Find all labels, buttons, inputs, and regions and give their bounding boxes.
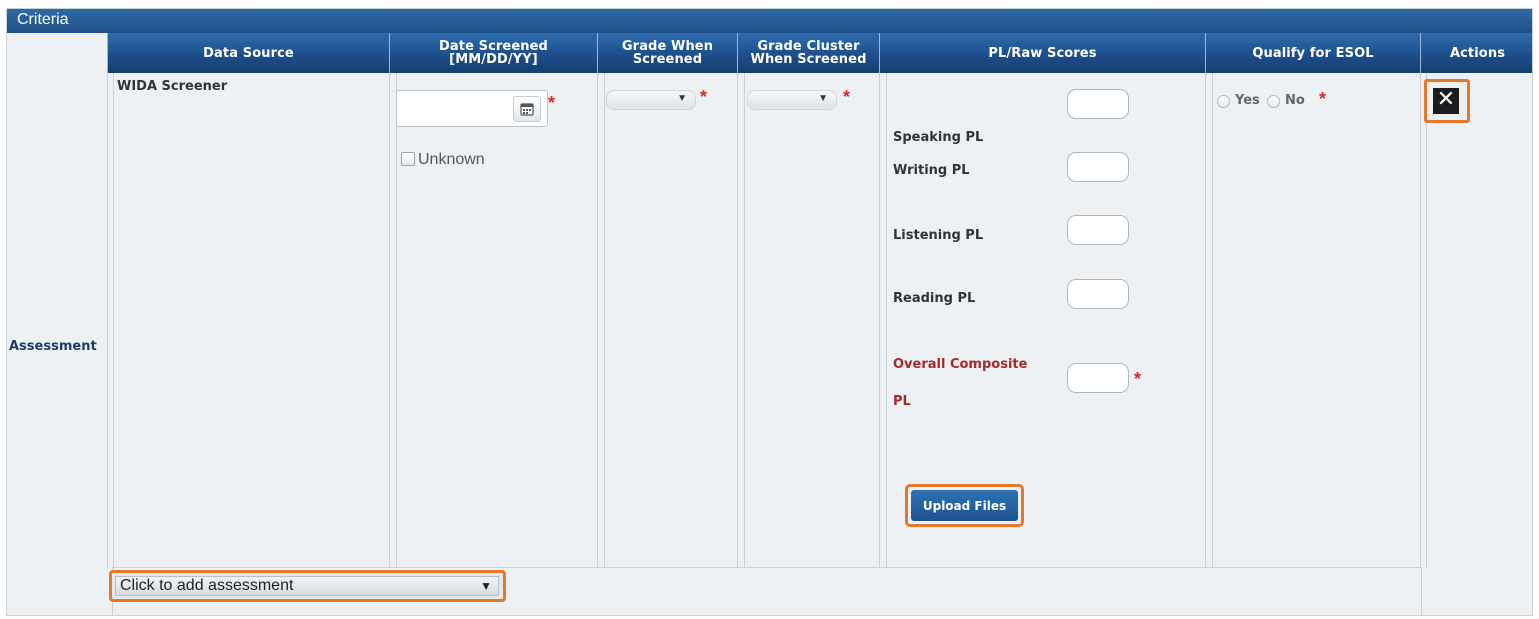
- grade-when-screened-select[interactable]: ▼: [606, 90, 696, 110]
- header-date-screened-line2: [MM/DD/YY]: [449, 52, 538, 67]
- header-grade-when-screened: Grade When Screened: [597, 33, 737, 73]
- criteria-panel: Criteria Data Source Date Screened [MM/D…: [6, 8, 1533, 616]
- col-divider: [389, 73, 390, 569]
- header-grade-cluster-line2: When Screened: [750, 52, 867, 67]
- qualify-no-radio[interactable]: [1267, 95, 1280, 108]
- delete-button[interactable]: ✕: [1433, 88, 1459, 114]
- overall-composite-label-pl: PL: [893, 394, 911, 409]
- overall-composite-label: Overall Composite: [893, 357, 1028, 372]
- col-divider: [737, 73, 738, 569]
- unknown-label: Unknown: [418, 151, 485, 168]
- chevron-down-icon: ▼: [818, 93, 828, 104]
- col-divider: [113, 73, 114, 569]
- qualify-no-label: No: [1285, 93, 1305, 108]
- chevron-down-icon: ▼: [677, 93, 687, 104]
- add-assessment-highlight: Click to add assessment ▼: [109, 570, 506, 602]
- col-divider: [1426, 73, 1427, 569]
- header-actions: Actions: [1420, 33, 1532, 73]
- upload-files-button[interactable]: Upload Files: [911, 490, 1018, 521]
- upload-files-highlight: Upload Files: [905, 484, 1024, 527]
- header-grade-cluster: Grade Cluster When Screened: [737, 33, 879, 73]
- col-divider: [396, 73, 397, 569]
- chevron-down-icon: ▼: [480, 579, 492, 593]
- grade-cluster-select[interactable]: ▼: [747, 90, 837, 110]
- score-label-listening: Listening PL: [893, 228, 984, 243]
- col-divider: [107, 73, 108, 569]
- speaking-pl-input[interactable]: [1067, 89, 1129, 119]
- col-divider: [886, 73, 887, 569]
- required-marker: *: [843, 87, 851, 107]
- required-marker: *: [1319, 89, 1327, 109]
- listening-pl-input[interactable]: [1067, 215, 1129, 245]
- delete-highlight: ✕: [1424, 79, 1470, 123]
- required-marker: *: [1134, 369, 1142, 389]
- score-label-speaking: Speaking PL: [893, 130, 984, 145]
- qualify-yes-label: Yes: [1235, 93, 1260, 108]
- header-data-source: Data Source: [107, 33, 389, 73]
- panel-title: Criteria: [7, 9, 1532, 33]
- required-marker: *: [700, 87, 708, 107]
- col-divider: [604, 73, 605, 569]
- add-assessment-placeholder: Click to add assessment: [120, 577, 294, 594]
- calendar-button[interactable]: [513, 96, 541, 122]
- add-assessment-select[interactable]: Click to add assessment ▼: [115, 576, 499, 596]
- calendar-icon: [520, 103, 534, 116]
- row-label-assessment: Assessment: [9, 339, 97, 354]
- header-date-screened: Date Screened [MM/DD/YY]: [389, 33, 597, 73]
- col-divider: [744, 73, 745, 569]
- header-blank: [7, 33, 107, 73]
- header-pl-raw-scores: PL/Raw Scores: [879, 33, 1205, 73]
- required-marker: *: [548, 93, 556, 113]
- score-label-reading: Reading PL: [893, 291, 976, 306]
- col-divider: [1205, 73, 1206, 569]
- qualify-yes-radio[interactable]: [1217, 95, 1230, 108]
- col-divider: [597, 73, 598, 569]
- data-source-name: WIDA Screener: [117, 79, 228, 94]
- header-grade-when-line2: Screened: [632, 52, 703, 67]
- overall-composite-input[interactable]: [1067, 363, 1129, 393]
- col-divider: [1212, 73, 1213, 569]
- unknown-checkbox[interactable]: [401, 152, 415, 166]
- reading-pl-input[interactable]: [1067, 279, 1129, 309]
- writing-pl-input[interactable]: [1067, 152, 1129, 182]
- close-icon: ✕: [1436, 87, 1456, 112]
- col-divider: [1420, 73, 1421, 569]
- score-label-writing: Writing PL: [893, 163, 970, 178]
- col-divider: [879, 73, 880, 569]
- header-qualify-esol: Qualify for ESOL: [1205, 33, 1420, 73]
